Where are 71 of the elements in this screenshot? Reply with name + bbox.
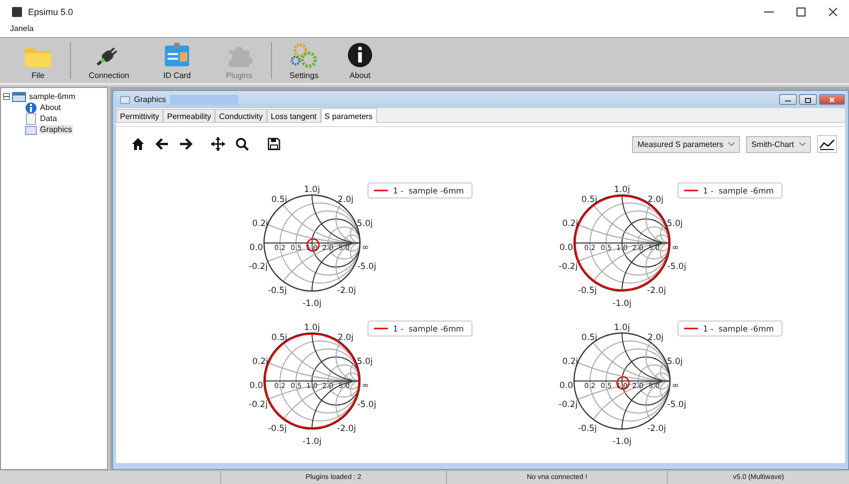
tab[interactable]: Conductivity xyxy=(215,109,267,122)
tab[interactable]: Loss tangent xyxy=(266,109,321,122)
axis-label: 5.0j xyxy=(666,356,683,367)
axis-label: 0.5j xyxy=(271,194,288,205)
tree-item[interactable]: sample-6mm xyxy=(28,92,76,101)
dropdown[interactable]: Smith-Chart xyxy=(746,136,811,152)
axis-label: ∞ xyxy=(672,380,680,391)
axis-label: -0.5j xyxy=(268,424,287,434)
axis-label: 5.0j xyxy=(356,356,373,367)
axis-label: 0.2j xyxy=(562,356,578,367)
axis-label: 0.2j xyxy=(252,218,268,229)
axis-label: 0.0 xyxy=(250,242,264,253)
toolbar-button[interactable]: ID Card xyxy=(143,38,211,83)
axis-label: -5.0j xyxy=(667,400,686,410)
axis-label: -0.2j xyxy=(558,400,578,410)
axis-label: -1.0j xyxy=(302,437,322,447)
axis-label: ∞ xyxy=(362,380,370,391)
axis-label: 0.0 xyxy=(560,242,574,253)
axis-label: 1.0j xyxy=(304,185,320,196)
axis-label: -0.2j xyxy=(248,262,268,272)
axis-label: ∞ xyxy=(362,242,370,253)
axis-label: 0.5j xyxy=(581,332,598,343)
axis-label: -0.5j xyxy=(578,424,597,434)
axis-label: 0.2j xyxy=(562,218,578,229)
tree-item[interactable]: Graphics xyxy=(39,125,74,134)
dropdown[interactable]: Measured S parameters xyxy=(632,136,740,152)
axis-label: -1.0j xyxy=(302,299,322,309)
axis-label: -2.0j xyxy=(337,424,356,434)
axis-label: 0.0 xyxy=(250,380,264,391)
axis-label: -2.0j xyxy=(647,286,666,296)
axis-label: -0.5j xyxy=(268,286,287,296)
tab[interactable]: S parameters xyxy=(320,108,377,123)
axis-label: 2.0j xyxy=(338,194,354,205)
axis-label: 2.0j xyxy=(648,194,664,205)
legend-label: 1 - sample -6mm xyxy=(703,186,774,196)
tree-item[interactable]: About xyxy=(39,103,62,112)
tree-item[interactable]: Data xyxy=(39,114,58,123)
axis-label: -2.0j xyxy=(647,424,666,434)
axis-label: 1.0j xyxy=(614,323,630,334)
legend-label: 1 - sample -6mm xyxy=(393,324,464,334)
axis-label: 2.0j xyxy=(338,332,354,343)
toolbar-button[interactable]: Settings xyxy=(276,38,332,83)
tab[interactable]: Permittivity xyxy=(116,109,164,122)
axis-label: 0.5j xyxy=(581,194,598,205)
axis-label: -0.2j xyxy=(558,262,578,272)
axis-label: 2.0j xyxy=(648,332,664,343)
tab[interactable]: Permeability xyxy=(163,109,216,122)
axis-label: -5.0j xyxy=(357,400,376,410)
toolbar-button[interactable]: File xyxy=(10,38,66,83)
axis-label: 0.2j xyxy=(252,356,268,367)
axis-label: 5.0j xyxy=(356,218,373,229)
toolbar-button[interactable]: About xyxy=(332,38,388,83)
toolbar-button[interactable]: Connection xyxy=(75,38,143,83)
window-title: Graphics xyxy=(134,95,166,104)
axis-label: 0.5j xyxy=(271,332,288,343)
legend-label: 1 - sample -6mm xyxy=(703,324,774,334)
axis-label: -0.2j xyxy=(248,400,268,410)
axis-label: 5.0j xyxy=(666,218,683,229)
axis-label: -1.0j xyxy=(612,437,632,447)
menu-item[interactable]: Janela xyxy=(10,24,34,37)
axis-label: -5.0j xyxy=(357,262,376,272)
axis-label: -2.0j xyxy=(337,286,356,296)
axis-label: ∞ xyxy=(672,242,680,253)
axis-label: 0.0 xyxy=(560,380,574,391)
axis-label: 1.0j xyxy=(304,323,320,334)
legend-label: 1 - sample -6mm xyxy=(393,186,464,196)
axis-label: 1.0j xyxy=(614,185,630,196)
window-title: Epsimu 5.0 xyxy=(28,7,74,17)
axis-label: -0.5j xyxy=(578,286,597,296)
axis-label: -1.0j xyxy=(612,299,632,309)
axis-label: -5.0j xyxy=(667,262,686,272)
